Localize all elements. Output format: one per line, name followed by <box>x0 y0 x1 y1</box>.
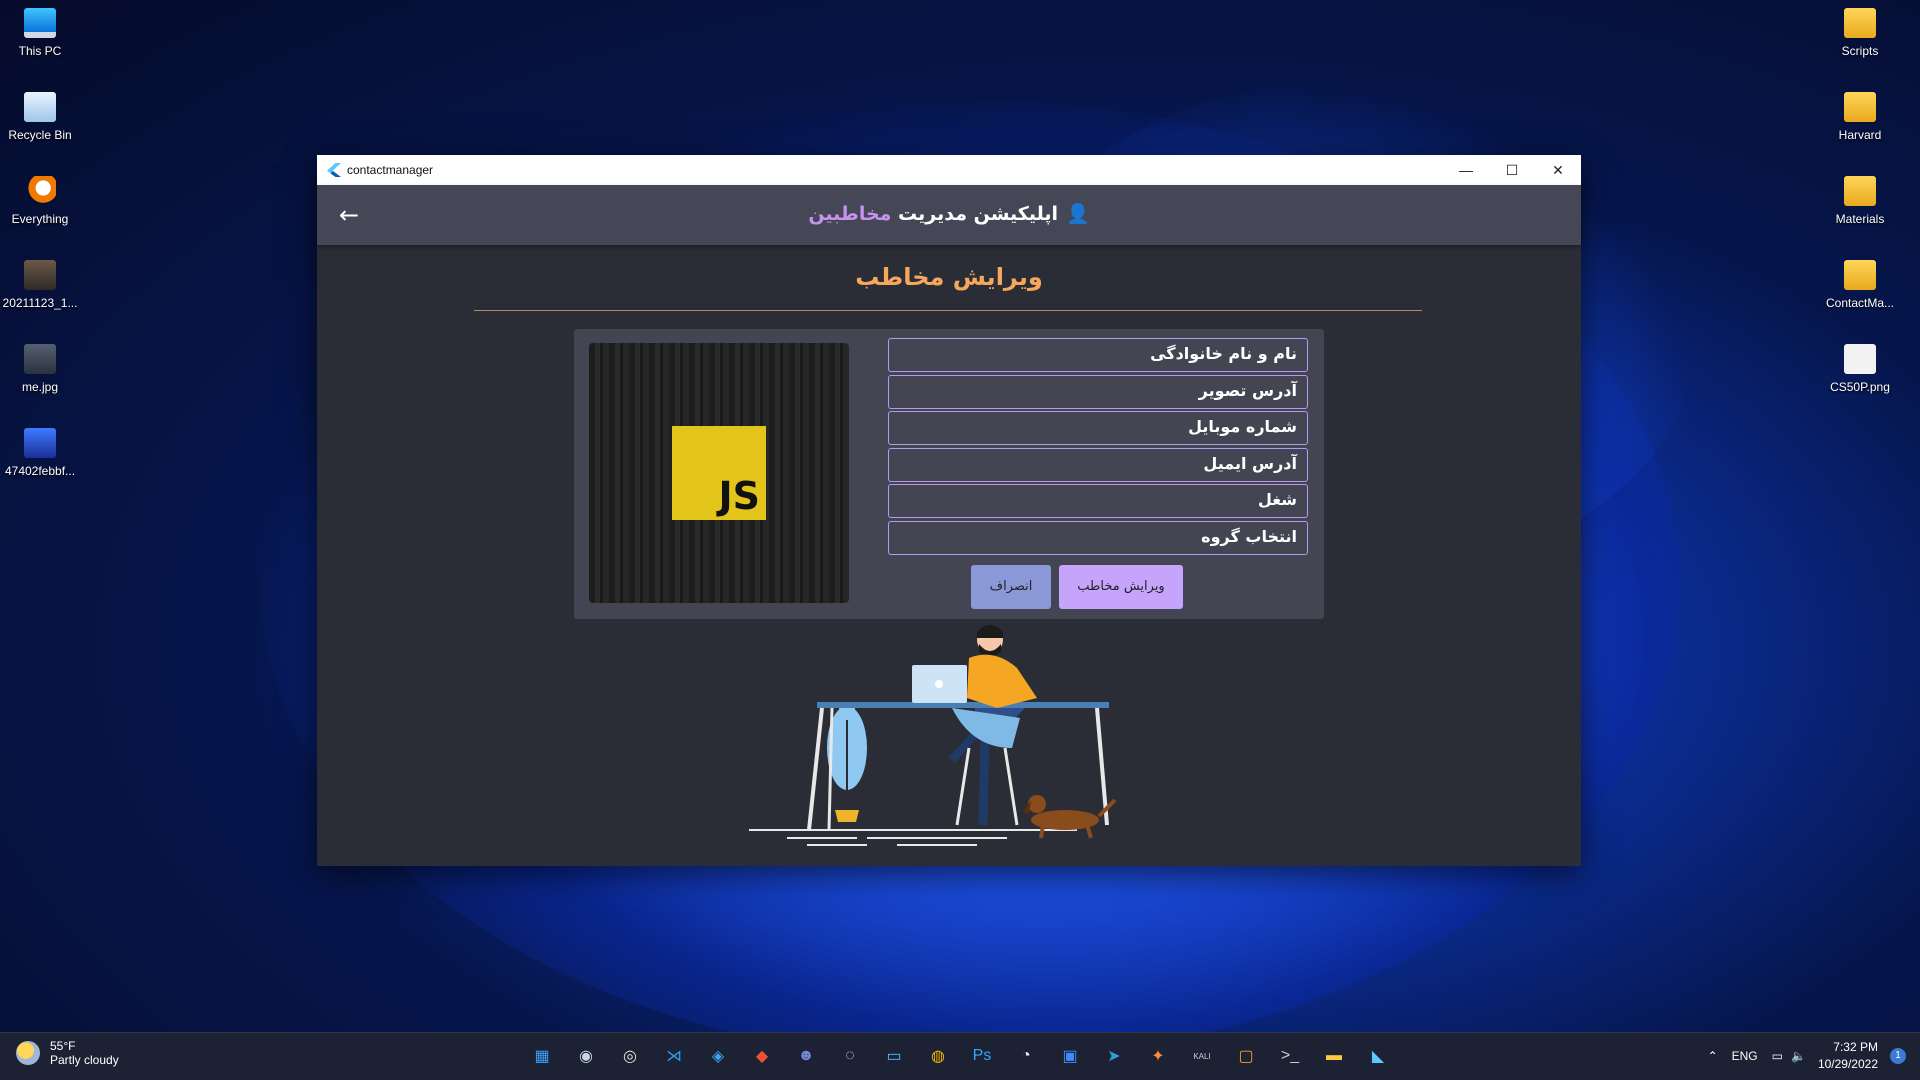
browser-icon[interactable]: ◈ <box>702 1040 734 1072</box>
everything-search-icon <box>24 176 56 206</box>
virtualbox-icon[interactable]: ▢ <box>1230 1040 1262 1072</box>
aperture-icon[interactable]: ◌ <box>834 1040 866 1072</box>
app-bar-title: 👤 اپلیکیشن مدیریت مخاطبین <box>317 202 1581 225</box>
discord-icon[interactable]: ☻ <box>790 1040 822 1072</box>
folder-icon <box>1844 176 1876 206</box>
photoshop-icon[interactable]: Ps <box>966 1040 998 1072</box>
vscode-icon[interactable]: ⋊ <box>658 1040 690 1072</box>
app-icon[interactable]: ✦ <box>1142 1040 1174 1072</box>
maximize-button[interactable]: ☐ <box>1489 155 1535 185</box>
title-divider <box>474 310 1422 311</box>
system-tray: ⌃ ENG ▭ 🔈 7:32 PM 10/29/2022 1 <box>1708 1039 1906 1073</box>
cancel-button[interactable]: انصراف <box>971 565 1051 609</box>
git-icon[interactable]: ◆ <box>746 1040 778 1072</box>
developer-illustration <box>749 625 1117 846</box>
app-window: contactmanager — ☐ ✕ ← 👤اپلیکیشن مدیریت … <box>317 155 1581 866</box>
app-bar: ← 👤اپلیکیشن مدیریت مخاطبین <box>317 185 1581 245</box>
clock[interactable]: 7:32 PM 10/29/2022 <box>1818 1039 1878 1073</box>
mobile-field[interactable]: شماره موبایل <box>888 411 1308 445</box>
folder-icon <box>1844 260 1876 290</box>
fullname-field[interactable]: نام و نام خانوادگی <box>888 338 1308 372</box>
email-field[interactable]: آدرس ایمیل <box>888 447 1308 482</box>
file-explorer-icon[interactable]: ▬ <box>1318 1040 1350 1072</box>
job-field[interactable]: شغل <box>888 484 1308 518</box>
telegram-icon[interactable]: ➤ <box>1098 1040 1130 1072</box>
taskbar: 55°F Partly cloudy ▦ ◉ ◎ ⋊ ◈ ◆ ☻ ◌ ▭ ◍ Ps ◔ ▣ ➤ ✦ KALI ▢… <box>0 1032 1920 1080</box>
photo-url-field[interactable]: آدرس تصویر <box>888 374 1308 409</box>
taskbar-apps: ▦ ◉ ◎ ⋊ ◈ ◆ ☻ ◌ ▭ ◍ Ps ◔ ▣ ➤ ✦ KALI ▢ >_ ▬ ◣ <box>526 1040 1406 1072</box>
desktop-icon-scripts[interactable]: Scripts <box>1820 8 1900 58</box>
image-file-icon <box>24 260 56 290</box>
image-file-icon <box>24 428 56 458</box>
image-file-icon <box>24 344 56 374</box>
flutter-icon[interactable]: ◣ <box>1362 1040 1394 1072</box>
desktop-icon-image[interactable]: 47402febbf... <box>0 428 80 478</box>
image-file-icon <box>1844 344 1876 374</box>
edit-contact-card: JS نام و نام خانوادگی آدرس تصویر شماره م… <box>574 329 1324 619</box>
flutter-icon <box>327 163 341 177</box>
person-icon: 👤 <box>1066 203 1090 225</box>
folder-icon <box>1844 8 1876 38</box>
desktop-icon-recycle-bin[interactable]: Recycle Bin <box>0 92 80 142</box>
desktop-icon-cs50p-png[interactable]: CS50P.png <box>1820 344 1900 394</box>
desktop-icon-everything[interactable]: Everything <box>0 176 80 226</box>
desktop-icon-this-pc[interactable]: This PC <box>0 8 80 58</box>
clock-time: 7:32 PM <box>1833 1040 1878 1054</box>
app-bar-title-accent: مخاطبین <box>808 203 892 225</box>
kali-icon[interactable]: KALI <box>1186 1040 1218 1072</box>
desktop-icon-contactmanager[interactable]: ContactMa... <box>1820 260 1900 310</box>
monitor-icon[interactable]: ▭ <box>878 1040 910 1072</box>
close-button[interactable]: ✕ <box>1535 155 1581 185</box>
volume-icon[interactable]: 🔈 <box>1791 1049 1806 1063</box>
window-title: contactmanager <box>347 163 434 177</box>
terminal-icon[interactable]: >_ <box>1274 1040 1306 1072</box>
edit-contact-button[interactable]: ویرایش مخاطب <box>1059 565 1183 609</box>
desktop-icon-photo[interactable]: 20211123_1... <box>0 260 80 310</box>
language-indicator[interactable]: ENG <box>1732 1049 1758 1063</box>
weather-widget[interactable]: 55°F Partly cloudy <box>16 1039 119 1067</box>
desktop-icon-materials[interactable]: Materials <box>1820 176 1900 226</box>
obs-icon[interactable]: ◎ <box>614 1040 646 1072</box>
weather-temp: 55°F <box>50 1039 76 1053</box>
app-icon[interactable]: ▣ <box>1054 1040 1086 1072</box>
computer-icon <box>24 8 56 38</box>
recycle-bin-icon <box>24 92 56 122</box>
steam-icon[interactable]: ◉ <box>570 1040 602 1072</box>
group-select[interactable]: انتخاب گروه <box>888 520 1308 555</box>
app-icon[interactable]: ◔ <box>1010 1040 1042 1072</box>
js-logo-icon: JS <box>672 426 766 520</box>
desktop-icon-me-jpg[interactable]: me.jpg <box>0 344 80 394</box>
folder-icon <box>1844 92 1876 122</box>
chevron-up-icon[interactable]: ⌃ <box>1708 1049 1718 1063</box>
window-titlebar[interactable]: contactmanager — ☐ ✕ <box>317 155 1581 185</box>
chrome-icon[interactable]: ◍ <box>922 1040 954 1072</box>
network-icon[interactable]: ▭ <box>1772 1049 1783 1063</box>
page-title: ویرایش مخاطب <box>855 263 1043 291</box>
partly-cloudy-icon <box>16 1041 40 1065</box>
weather-desc: Partly cloudy <box>50 1053 119 1067</box>
windows-start-icon[interactable]: ▦ <box>526 1040 558 1072</box>
app-bar-title-main: اپلیکیشن مدیریت <box>898 203 1058 225</box>
notification-badge[interactable]: 1 <box>1890 1048 1906 1064</box>
desktop-icon-harvard[interactable]: Harvard <box>1820 92 1900 142</box>
minimize-button[interactable]: — <box>1443 155 1489 185</box>
contact-photo: JS <box>589 343 849 603</box>
clock-date: 10/29/2022 <box>1817 1057 1878 1071</box>
contact-form: نام و نام خانوادگی آدرس تصویر شماره موبا… <box>888 338 1308 557</box>
js-logo-text: JS <box>718 474 760 518</box>
